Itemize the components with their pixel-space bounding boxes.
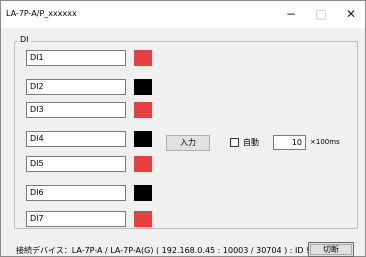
close-icon[interactable]: ✕ [340,6,362,22]
interval-unit: ×100ms [310,138,340,146]
connection-status-text: 接続デバイス：LA-7P-A / LA-7P-A(G) ( 192.168.0.… [16,246,310,255]
interval-field[interactable]: 10 [273,135,306,150]
disconnect-button[interactable]: 切断 [308,242,354,257]
di5-indicator [134,156,152,172]
di5-field: DI5 [26,156,126,172]
auto-checkbox[interactable] [230,138,239,147]
app-window: LA-7P-A/P_xxxxxx − □ ✕ DI DI1 DI2 DI3 DI… [0,0,366,257]
di1-indicator [134,50,152,66]
di4-field: DI4 [26,131,126,147]
di1-field: DI1 [26,50,126,66]
input-button[interactable]: 入力 [166,135,210,151]
window-title: LA-7P-A/P_xxxxxx [6,9,77,18]
minimize-icon[interactable]: − [280,6,302,22]
di6-field: DI6 [26,185,126,201]
di7-field: DI7 [26,211,126,227]
di-group-label: DI [18,35,31,44]
di6-indicator [134,185,152,201]
di3-field: DI3 [26,102,126,118]
di2-field: DI2 [26,79,126,95]
di7-indicator [134,211,152,227]
title-bar: LA-7P-A/P_xxxxxx − □ ✕ [1,1,365,28]
di3-indicator [134,102,152,118]
maximize-icon: □ [315,7,327,21]
di2-indicator [134,79,152,95]
auto-label: 自動 [243,138,259,147]
di4-indicator [134,131,152,147]
